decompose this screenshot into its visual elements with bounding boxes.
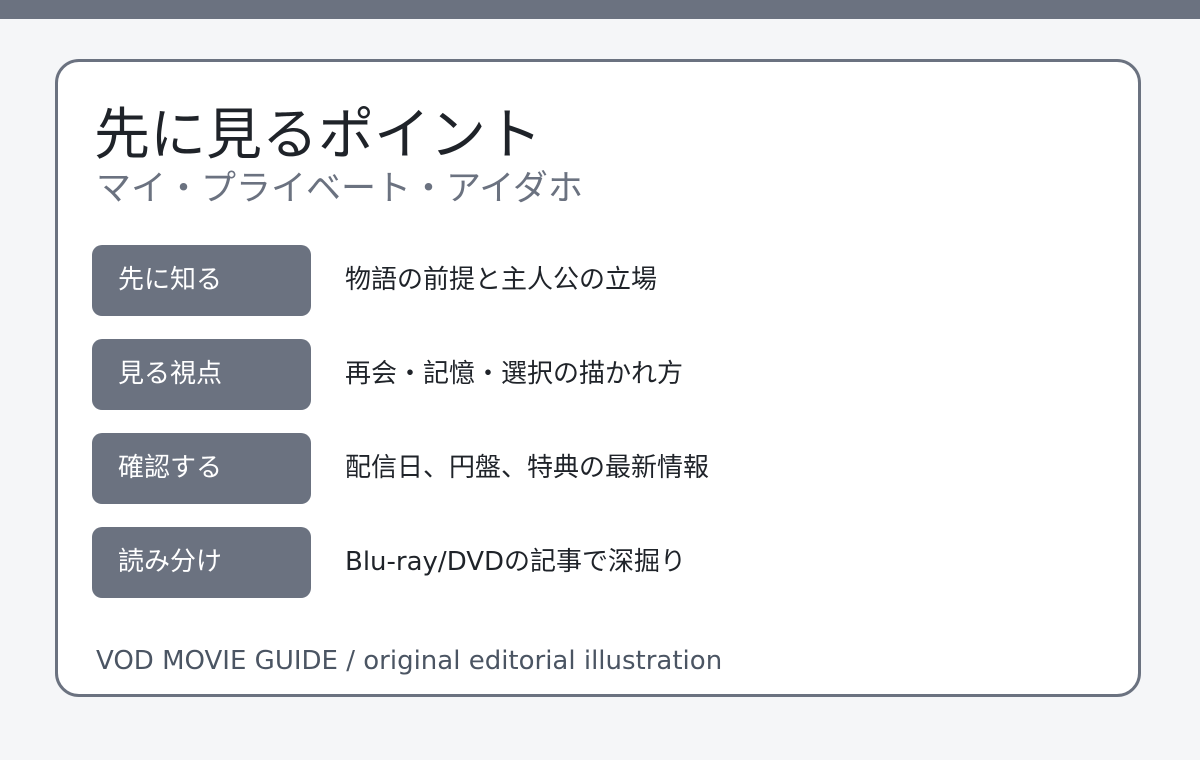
point-label: 見る視点 (92, 339, 311, 410)
point-label: 読み分け (92, 527, 311, 598)
footer-credit: VOD MOVIE GUIDE / original editorial ill… (96, 646, 723, 676)
page-title: 先に見るポイント (94, 103, 542, 168)
guide-card: 先に見るポイント マイ・プライベート・アイダホ 先に知る 物語の前提と主人公の立… (55, 59, 1141, 697)
point-description: 配信日、円盤、特典の最新情報 (345, 453, 710, 483)
movie-title: マイ・プライベート・アイダホ (96, 169, 583, 209)
point-label: 確認する (92, 433, 311, 504)
top-accent-bar (0, 0, 1200, 19)
point-label: 先に知る (92, 245, 311, 316)
point-description: 再会・記憶・選択の描かれ方 (345, 359, 684, 389)
point-row: 確認する 配信日、円盤、特典の最新情報 (92, 433, 1092, 504)
point-row: 読み分け Blu-ray/DVDの記事で深掘り (92, 527, 1092, 598)
point-row: 先に知る 物語の前提と主人公の立場 (92, 245, 1092, 316)
point-row: 見る視点 再会・記憶・選択の描かれ方 (92, 339, 1092, 410)
point-description: 物語の前提と主人公の立場 (345, 265, 658, 295)
point-description: Blu-ray/DVDの記事で深掘り (345, 547, 687, 577)
